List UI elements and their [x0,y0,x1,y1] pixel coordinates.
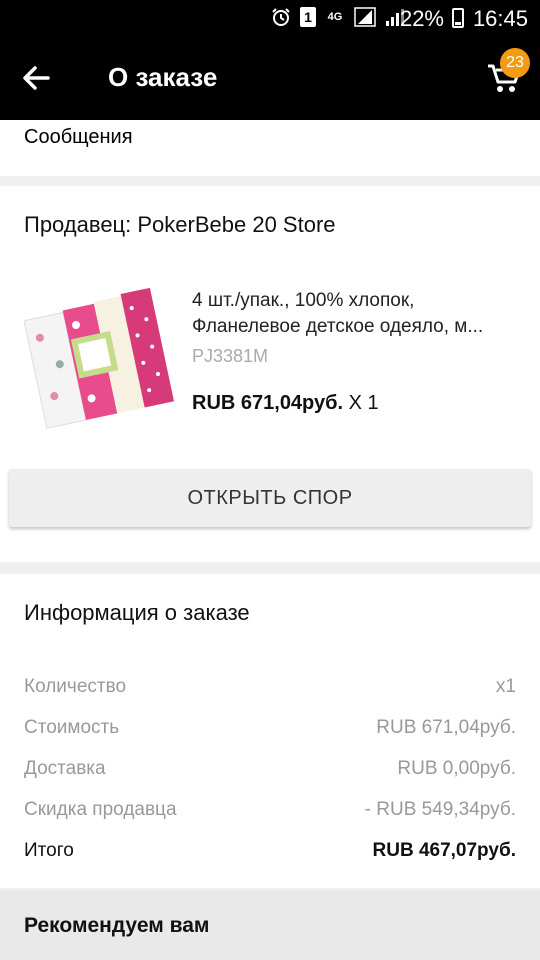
order-info-card: Информация о заказе Количество x1 Стоимо… [0,574,540,888]
product-title-line2: Фланелевое детское одеяло, м... [192,316,484,337]
signal-icon [354,6,376,28]
info-row-quantity: Количество x1 [24,676,516,706]
product-quantity: X 1 [343,392,379,414]
info-label: Итого [24,840,74,861]
cart-count-badge: 23 [500,48,530,78]
product-title-line1: 4 шт./упак., 100% хлопок, [192,290,415,311]
clock: 16:45 [472,6,528,31]
open-dispute-button[interactable]: ОТКРЫТЬ СПОР [9,469,531,527]
price-value: RUB 671,04руб. [192,392,344,414]
status-bar: 1 4G 22% 16:45 [0,0,540,38]
info-value: RUB 0,00руб. [397,758,516,779]
info-row-cost: Стоимость RUB 671,04руб. [24,717,516,747]
seller-card: Продавец: PokerBebe 20 Store 4 шт./упак.… [0,186,540,562]
recommend-title: Рекомендуем вам [24,914,210,937]
product-sku: PJ3381M [192,346,269,366]
battery-percent: 22% [399,6,444,31]
network-type-label: 4G [327,11,343,23]
product-image[interactable] [23,286,175,436]
back-arrow-icon[interactable] [18,60,54,96]
sim-icon: 1 [300,7,316,27]
info-label: Доставка [24,758,106,779]
recommend-section: Рекомендуем вам [0,890,540,960]
order-info-title: Информация о заказе [24,600,250,625]
app-bar: О заказе 23 [0,38,540,120]
info-value: RUB 467,07руб. [372,840,517,861]
info-label: Количество [24,676,127,697]
seller-name[interactable]: Продавец: PokerBebe 20 Store [24,212,336,238]
info-label: Стоимость [24,717,120,738]
info-value: x1 [495,676,516,697]
info-label: Скидка продавца [24,799,177,820]
product-price: RUB 671,04руб. X 1 [192,392,379,415]
product-title[interactable]: 4 шт./упак., 100% хлопок, Фланелевое дет… [192,288,522,340]
battery-icon [452,8,464,28]
page-title: О заказе [108,62,218,92]
alarm-icon [270,6,292,28]
info-row-shipping: Доставка RUB 0,00руб. [24,758,516,788]
info-value: - RUB 549,34руб. [364,799,516,820]
messages-row[interactable]: Сообщения [0,120,540,176]
info-row-total: Итого RUB 467,07руб. [24,840,516,870]
status-icons: 1 4G [270,6,406,28]
info-value: RUB 671,04руб. [376,717,516,738]
info-row-discount: Скидка продавца - RUB 549,34руб. [24,799,516,829]
messages-label: Сообщения [24,126,133,148]
